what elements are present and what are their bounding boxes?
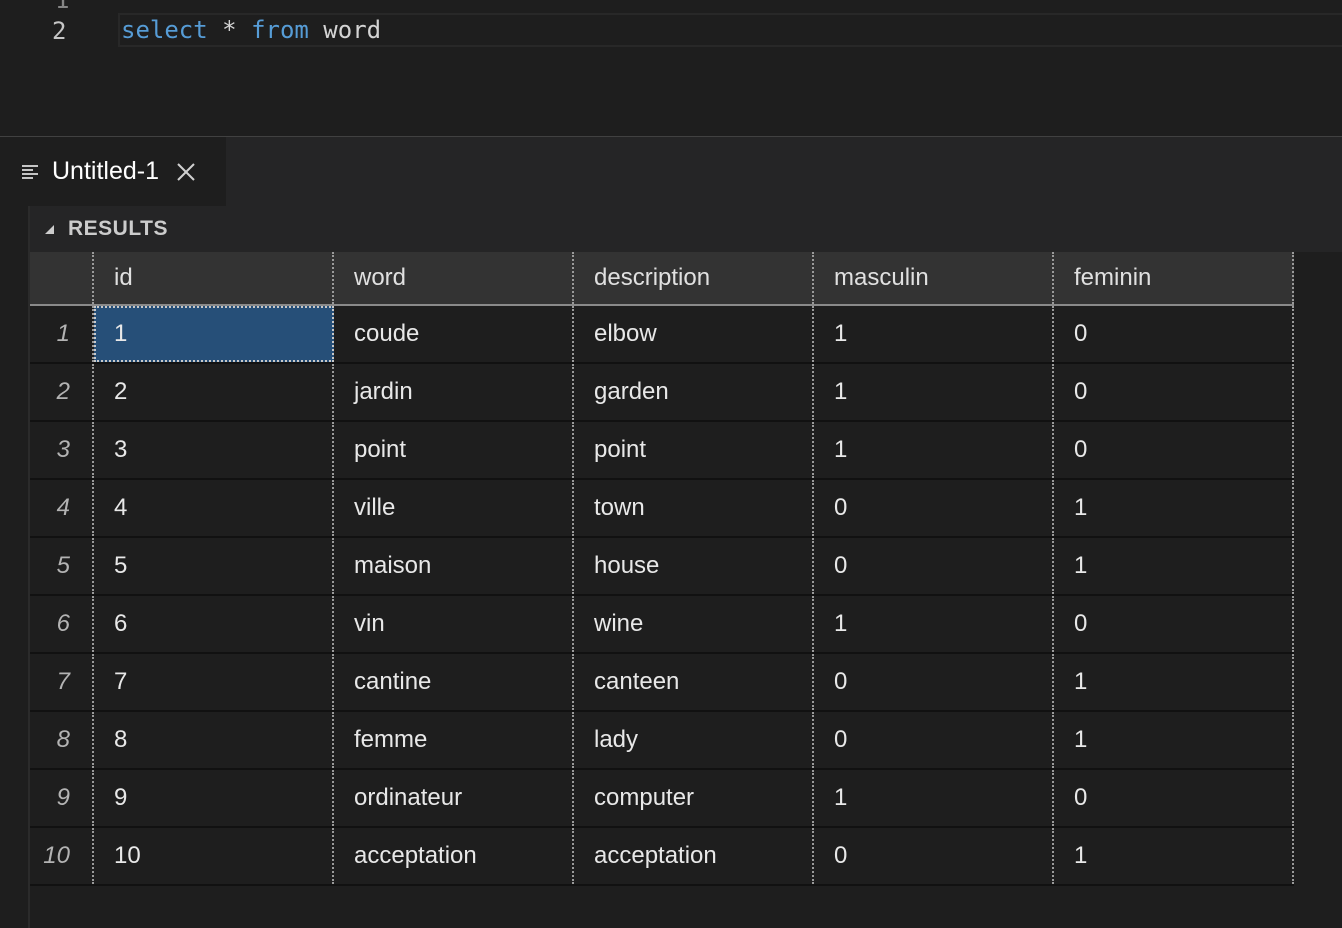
- line-number: 1: [55, 0, 70, 14]
- table-cell-feminin[interactable]: 1: [1054, 654, 1294, 710]
- table-cell-word[interactable]: cantine: [334, 654, 574, 710]
- table-cell-feminin[interactable]: 0: [1054, 306, 1294, 362]
- results-title: RESULTS: [68, 217, 168, 240]
- row-number[interactable]: 1: [30, 306, 94, 362]
- table-cell-feminin[interactable]: 1: [1054, 712, 1294, 768]
- table-cell-masculin[interactable]: 0: [814, 480, 1054, 536]
- sql-editor[interactable]: 1 2 select * from word: [0, 0, 1342, 136]
- table-row[interactable]: 3 3 point point 1 0: [30, 422, 1294, 480]
- table-cell-id[interactable]: 1: [94, 306, 334, 362]
- close-icon[interactable]: [175, 161, 197, 183]
- row-number[interactable]: 8: [30, 712, 94, 768]
- table-row[interactable]: 8 8 femme lady 0 1: [30, 712, 1294, 770]
- table-cell-masculin[interactable]: 0: [814, 712, 1054, 768]
- results-view: RESULTS id word description masculin feminin…: [0, 206, 1342, 928]
- table-cell-id[interactable]: 8: [94, 712, 334, 768]
- table-cell-id[interactable]: 4: [94, 480, 334, 536]
- table-cell-id[interactable]: 7: [94, 654, 334, 710]
- table-cell-masculin[interactable]: 1: [814, 364, 1054, 420]
- table-cell-word[interactable]: ordinateur: [334, 770, 574, 826]
- table-cell-feminin[interactable]: 0: [1054, 596, 1294, 652]
- column-header-feminin[interactable]: feminin: [1054, 252, 1294, 304]
- row-number-header: [30, 252, 94, 304]
- row-number[interactable]: 2: [30, 364, 94, 420]
- row-number[interactable]: 10: [30, 828, 94, 884]
- table-cell-feminin[interactable]: 1: [1054, 828, 1294, 884]
- table-cell-masculin[interactable]: 0: [814, 828, 1054, 884]
- table-cell-description[interactable]: wine: [574, 596, 814, 652]
- column-header-word[interactable]: word: [334, 252, 574, 304]
- table-cell-description[interactable]: point: [574, 422, 814, 478]
- table-cell-description[interactable]: town: [574, 480, 814, 536]
- table-cell-masculin[interactable]: 1: [814, 596, 1054, 652]
- table-cell-word[interactable]: acceptation: [334, 828, 574, 884]
- table-row[interactable]: 4 4 ville town 0 1: [30, 480, 1294, 538]
- table-cell-masculin[interactable]: 1: [814, 770, 1054, 826]
- table-cell-word[interactable]: jardin: [334, 364, 574, 420]
- table-cell-feminin[interactable]: 0: [1054, 364, 1294, 420]
- row-number[interactable]: 5: [30, 538, 94, 594]
- row-number[interactable]: 9: [30, 770, 94, 826]
- table-cell-feminin[interactable]: 1: [1054, 538, 1294, 594]
- table-cell-id[interactable]: 2: [94, 364, 334, 420]
- table-cell-word[interactable]: ville: [334, 480, 574, 536]
- table-cell-masculin[interactable]: 0: [814, 654, 1054, 710]
- line-number: 2: [52, 17, 67, 45]
- table-cell-word[interactable]: vin: [334, 596, 574, 652]
- results-section-header[interactable]: RESULTS: [30, 206, 1342, 252]
- column-header-description[interactable]: description: [574, 252, 814, 304]
- table-cell-word[interactable]: femme: [334, 712, 574, 768]
- results-grid[interactable]: id word description masculin feminin 1 1 coude…: [30, 252, 1294, 886]
- table-cell-word[interactable]: point: [334, 422, 574, 478]
- table-cell-id[interactable]: 9: [94, 770, 334, 826]
- table-row[interactable]: 6 6 vin wine 1 0: [30, 596, 1294, 654]
- table-cell-id[interactable]: 10: [94, 828, 334, 884]
- table-cell-feminin[interactable]: 1: [1054, 480, 1294, 536]
- table-row[interactable]: 7 7 cantine canteen 0 1: [30, 654, 1294, 712]
- tab-untitled-1[interactable]: Untitled-1: [0, 137, 226, 206]
- table-row[interactable]: 9 9 ordinateur computer 1 0: [30, 770, 1294, 828]
- table-cell-description[interactable]: garden: [574, 364, 814, 420]
- table-cell-description[interactable]: elbow: [574, 306, 814, 362]
- table-row[interactable]: 10 10 acceptation acceptation 0 1: [30, 828, 1294, 886]
- sql-keyword: select: [121, 16, 208, 44]
- table-cell-word[interactable]: maison: [334, 538, 574, 594]
- table-cell-masculin[interactable]: 0: [814, 538, 1054, 594]
- code-text: word: [308, 16, 382, 44]
- column-header-id[interactable]: id: [94, 252, 334, 304]
- table-cell-description[interactable]: acceptation: [574, 828, 814, 884]
- row-number[interactable]: 4: [30, 480, 94, 536]
- results-tab-bar: Untitled-1: [0, 137, 1342, 206]
- table-row[interactable]: 5 5 maison house 0 1: [30, 538, 1294, 596]
- grid-body: 1 1 coude elbow 1 0 2 2 jardin garden 1 0 3 3 point poi…: [30, 306, 1294, 886]
- table-cell-masculin[interactable]: 1: [814, 306, 1054, 362]
- row-number[interactable]: 7: [30, 654, 94, 710]
- table-cell-feminin[interactable]: 0: [1054, 422, 1294, 478]
- table-row[interactable]: 1 1 coude elbow 1 0: [30, 306, 1294, 364]
- table-cell-description[interactable]: computer: [574, 770, 814, 826]
- table-cell-description[interactable]: house: [574, 538, 814, 594]
- tab-label: Untitled-1: [52, 157, 159, 185]
- sql-keyword: from: [251, 16, 309, 44]
- table-cell-masculin[interactable]: 1: [814, 422, 1054, 478]
- list-lines-icon: [22, 163, 40, 181]
- row-number[interactable]: 6: [30, 596, 94, 652]
- table-cell-id[interactable]: 5: [94, 538, 334, 594]
- table-cell-description[interactable]: canteen: [574, 654, 814, 710]
- table-cell-id[interactable]: 6: [94, 596, 334, 652]
- column-header-masculin[interactable]: masculin: [814, 252, 1054, 304]
- table-row[interactable]: 2 2 jardin garden 1 0: [30, 364, 1294, 422]
- table-cell-feminin[interactable]: 0: [1054, 770, 1294, 826]
- collapse-triangle-icon[interactable]: [42, 222, 56, 236]
- table-cell-description[interactable]: lady: [574, 712, 814, 768]
- row-number[interactable]: 3: [30, 422, 94, 478]
- table-cell-id[interactable]: 3: [94, 422, 334, 478]
- table-cell-word[interactable]: coude: [334, 306, 574, 362]
- code-text: *: [207, 16, 252, 44]
- code-line[interactable]: select * from word: [121, 16, 381, 44]
- grid-header-row: id word description masculin feminin: [30, 252, 1294, 306]
